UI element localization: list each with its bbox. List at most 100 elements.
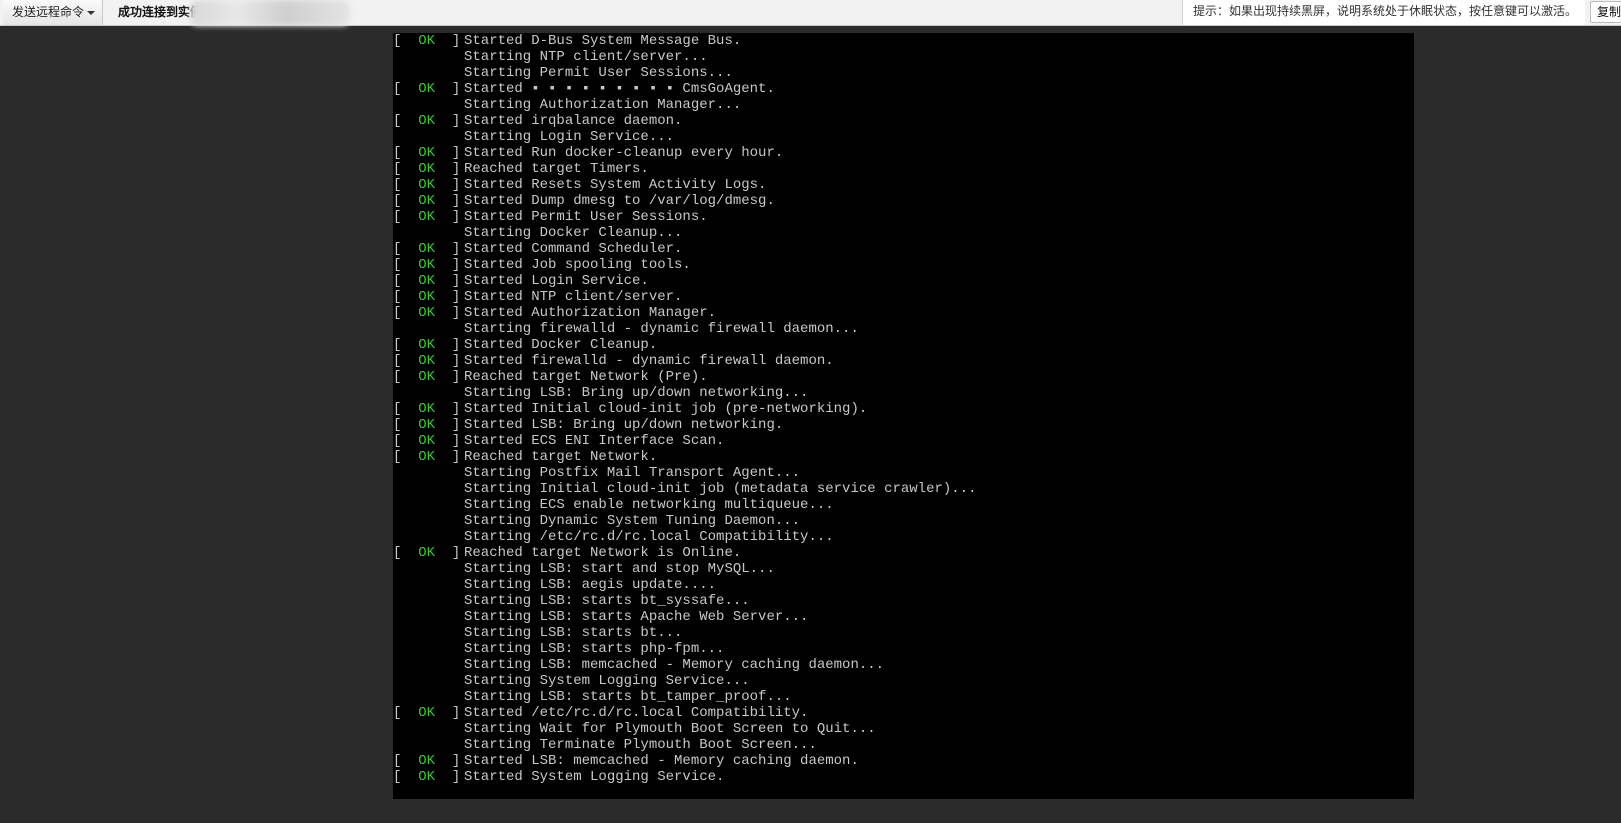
console-message: Started Resets System Activity Logs. [464, 177, 767, 193]
console-line: Starting System Logging Service... [393, 673, 976, 689]
console-line: [ OK ] Started Command Scheduler. [393, 241, 976, 257]
blackscreen-hint: 提示：如果出现持续黑屏，说明系统处于休眠状态，按任意键可以激活。 [1182, 0, 1585, 25]
console-message: Starting LSB: Bring up/down networking..… [464, 385, 809, 401]
console-line: [ OK ] Reached target Network is Online. [393, 545, 976, 561]
ok-badge: OK [418, 161, 436, 177]
console-message: Starting Terminate Plymouth Boot Screen.… [464, 737, 817, 753]
console-line: [ OK ] Reached target Timers. [393, 161, 976, 177]
console-line: [ OK ] Reached target Network. [393, 449, 976, 465]
ok-badge: OK [418, 289, 436, 305]
ok-badge: OK [418, 113, 436, 129]
console-message: Starting LSB: aegis update.... [464, 577, 717, 593]
ok-badge: OK [418, 769, 436, 785]
console-message: Started Dump dmesg to /var/log/dmesg. [464, 193, 775, 209]
console-line: [ OK ] Started LSB: memcached - Memory ca… [393, 753, 976, 769]
console-message: Started NTP client/server. [464, 289, 683, 305]
console-message: Starting Dynamic System Tuning Daemon... [464, 513, 801, 529]
ok-badge: OK [418, 753, 436, 769]
ok-status: [ OK ] [393, 433, 461, 449]
ok-status: [ OK ] [393, 289, 461, 305]
console-message: Starting Permit User Sessions... [464, 65, 733, 81]
console-message: Started Login Service. [464, 273, 649, 289]
console-message: Started ECS ENI Interface Scan. [464, 433, 725, 449]
ok-status: [ OK ] [393, 33, 461, 49]
vnc-console-screen[interactable]: [ OK ] Started D-Bus System Message Bus. S… [393, 33, 1414, 799]
console-message: Reached target Timers. [464, 161, 649, 177]
console-message: Starting Authorization Manager... [464, 97, 742, 113]
console-message: Starting LSB: starts bt... [464, 625, 683, 641]
console-line: [ OK ] Started Dump dmesg to /var/log/dme… [393, 193, 976, 209]
console-message: Started Initial cloud-init job (pre-netw… [464, 401, 868, 417]
console-line: [ OK ] Started Initial cloud-init job (pr… [393, 401, 976, 417]
console-message: Reached target Network is Online. [464, 545, 742, 561]
console-line: [ OK ] Started Job spooling tools. [393, 257, 976, 273]
console-line: [ OK ] Started /etc/rc.d/rc.local Compati… [393, 705, 976, 721]
console-line: [ OK ] Started ▪ ▪ ▪ ▪ ▪ ▪ ▪ ▪ ▪ CmsGoAge… [393, 81, 976, 97]
ok-status: [ OK ] [393, 161, 461, 177]
console-line: Starting Docker Cleanup... [393, 225, 976, 241]
console-line: Starting LSB: Bring up/down networking..… [393, 385, 976, 401]
console-line: [ OK ] Started Authorization Manager. [393, 305, 976, 321]
console-message: Starting Docker Cleanup... [464, 225, 683, 241]
console-line: Starting LSB: starts bt_syssafe... [393, 593, 976, 609]
console-line: [ OK ] Started Login Service. [393, 273, 976, 289]
console-line: Starting NTP client/server... [393, 49, 976, 65]
console-line: Starting LSB: start and stop MySQL... [393, 561, 976, 577]
send-remote-command-dropdown[interactable]: 发送远程命令 [3, 0, 103, 25]
ok-status: [ OK ] [393, 273, 461, 289]
ok-badge: OK [418, 273, 436, 289]
console-message: Starting Postfix Mail Transport Agent... [464, 465, 801, 481]
console-message: Starting LSB: memcached - Memory caching… [464, 657, 885, 673]
ok-badge: OK [418, 353, 436, 369]
console-line: Starting LSB: starts bt... [393, 625, 976, 641]
chevron-down-icon [87, 10, 96, 15]
ok-status: [ OK ] [393, 449, 461, 465]
ok-badge: OK [418, 337, 436, 353]
ok-status: [ OK ] [393, 769, 461, 785]
console-message: Started /etc/rc.d/rc.local Compatibility… [464, 705, 809, 721]
console-message: Started ▪ ▪ ▪ ▪ ▪ ▪ ▪ ▪ ▪ CmsGoAgent. [464, 81, 775, 97]
console-line: [ OK ] Started ECS ENI Interface Scan. [393, 433, 976, 449]
copy-button[interactable]: 复制 [1590, 1, 1621, 23]
ok-badge: OK [418, 433, 436, 449]
console-message: Starting LSB: starts bt_tamper_proof... [464, 689, 792, 705]
ok-status: [ OK ] [393, 81, 461, 97]
ok-status: [ OK ] [393, 209, 461, 225]
ok-status: [ OK ] [393, 753, 461, 769]
ok-status: [ OK ] [393, 305, 461, 321]
console-line: [ OK ] Started firewalld - dynamic firewa… [393, 353, 976, 369]
console-line: Starting Wait for Plymouth Boot Screen t… [393, 721, 976, 737]
console-message: Reached target Network (Pre). [464, 369, 708, 385]
ok-badge: OK [418, 177, 436, 193]
console-line: Starting Postfix Mail Transport Agent... [393, 465, 976, 481]
console-message: Started Command Scheduler. [464, 241, 683, 257]
ok-status: [ OK ] [393, 545, 461, 561]
ok-badge: OK [418, 81, 436, 97]
ok-badge: OK [418, 209, 436, 225]
ok-status: [ OK ] [393, 417, 461, 433]
console-line: Starting Authorization Manager... [393, 97, 976, 113]
ok-status: [ OK ] [393, 241, 461, 257]
ok-badge: OK [418, 705, 436, 721]
ok-badge: OK [418, 193, 436, 209]
console-line: Starting Terminate Plymouth Boot Screen.… [393, 737, 976, 753]
remote-connect-toolbar: 发送远程命令 成功连接到实例 提示：如果出现持续黑屏，说明系统处于休眠状态，按任… [0, 0, 1621, 26]
ok-badge: OK [418, 145, 436, 161]
console-line: Starting LSB: starts php-fpm... [393, 641, 976, 657]
console-message: Starting firewalld - dynamic firewall da… [464, 321, 859, 337]
console-message: Started D-Bus System Message Bus. [464, 33, 742, 49]
console-line: [ OK ] Started Run docker-cleanup every h… [393, 145, 976, 161]
console-message: Started LSB: Bring up/down networking. [464, 417, 784, 433]
ok-badge: OK [418, 449, 436, 465]
ok-status: [ OK ] [393, 705, 461, 721]
console-message: Starting LSB: starts Apache Web Server..… [464, 609, 809, 625]
console-message: Starting Initial cloud-init job (metadat… [464, 481, 977, 497]
console-line: Starting LSB: memcached - Memory caching… [393, 657, 976, 673]
console-line: [ OK ] Started Permit User Sessions. [393, 209, 976, 225]
console-line: [ OK ] Reached target Network (Pre). [393, 369, 976, 385]
console-message: Starting Login Service... [464, 129, 675, 145]
console-message: Started Permit User Sessions. [464, 209, 708, 225]
ok-status: [ OK ] [393, 353, 461, 369]
console-message: Started Run docker-cleanup every hour. [464, 145, 784, 161]
ok-badge: OK [418, 417, 436, 433]
